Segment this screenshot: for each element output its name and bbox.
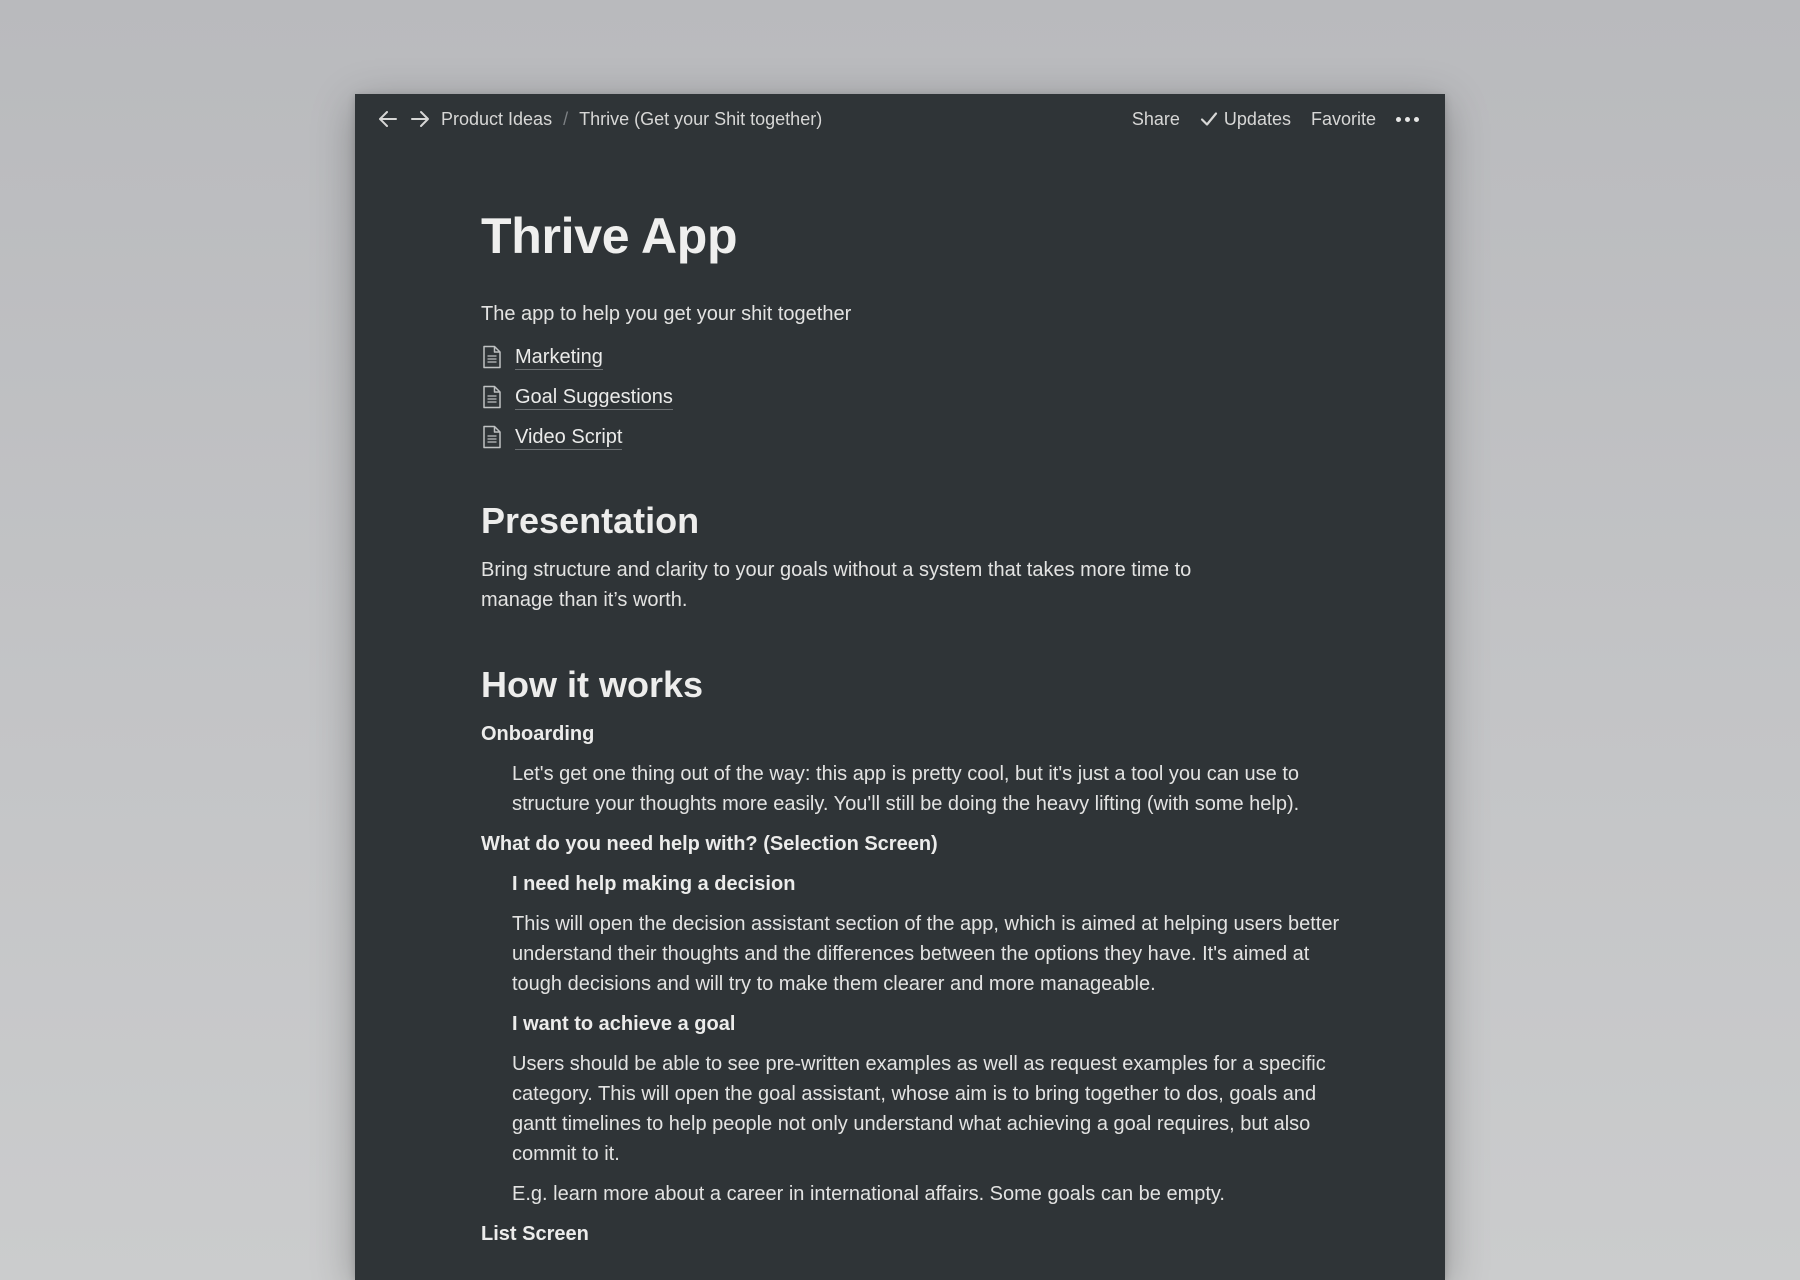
subpage-link-goal-suggestions[interactable]: Goal Suggestions (481, 377, 1361, 417)
onboarding-text[interactable]: Let's get one thing out of the way: this… (512, 759, 1361, 819)
presentation-text[interactable]: Bring structure and clarity to your goal… (481, 555, 1241, 615)
heading-onboarding[interactable]: Onboarding (481, 719, 1361, 749)
nav-arrows (377, 108, 431, 130)
subpage-link-label: Goal Suggestions (515, 385, 673, 410)
document-icon (481, 344, 503, 370)
share-button[interactable]: Share (1132, 109, 1180, 130)
breadcrumb: Product Ideas / Thrive (Get your Shit to… (441, 109, 822, 130)
subpage-links: Marketing Goal Suggestions Video Script (481, 337, 1361, 457)
goal-text[interactable]: Users should be able to see pre-written … (512, 1049, 1361, 1169)
page-content: Thrive App The app to help you get your … (481, 206, 1361, 1249)
arrow-right-icon (411, 111, 429, 127)
back-button[interactable] (377, 108, 399, 130)
page-title[interactable]: Thrive App (481, 206, 1361, 266)
decision-text[interactable]: This will open the decision assistant se… (512, 909, 1361, 999)
updates-button[interactable]: Updates (1200, 109, 1291, 130)
heading-goal[interactable]: I want to achieve a goal (512, 1009, 1361, 1039)
heading-how-it-works[interactable]: How it works (481, 663, 1361, 707)
favorite-button[interactable]: Favorite (1311, 109, 1376, 130)
heading-list-screen[interactable]: List Screen (481, 1219, 1361, 1249)
heading-presentation[interactable]: Presentation (481, 499, 1361, 543)
more-options-icon[interactable] (1394, 113, 1421, 126)
arrow-left-icon (379, 111, 397, 127)
subpage-link-marketing[interactable]: Marketing (481, 337, 1361, 377)
forward-button[interactable] (409, 108, 431, 130)
breadcrumb-item-product-ideas[interactable]: Product Ideas (441, 109, 552, 130)
document-icon (481, 424, 503, 450)
topbar-actions: Share Updates Favorite (1132, 109, 1421, 130)
notion-window: Product Ideas / Thrive (Get your Shit to… (355, 94, 1445, 1280)
heading-decision[interactable]: I need help making a decision (512, 869, 1361, 899)
updates-label: Updates (1223, 108, 1291, 129)
page-subtitle[interactable]: The app to help you get your shit togeth… (481, 299, 1361, 329)
check-icon (1200, 111, 1218, 127)
topbar: Product Ideas / Thrive (Get your Shit to… (355, 94, 1445, 144)
breadcrumb-separator: / (563, 108, 569, 129)
subpage-link-label: Video Script (515, 425, 623, 450)
document-icon (481, 384, 503, 410)
subpage-link-label: Marketing (515, 345, 603, 370)
subpage-link-video-script[interactable]: Video Script (481, 417, 1361, 457)
heading-selection-screen[interactable]: What do you need help with? (Selection S… (481, 829, 1361, 859)
goal-example-text[interactable]: E.g. learn more about a career in intern… (512, 1179, 1361, 1209)
breadcrumb-item-thrive[interactable]: Thrive (Get your Shit together) (579, 109, 822, 130)
